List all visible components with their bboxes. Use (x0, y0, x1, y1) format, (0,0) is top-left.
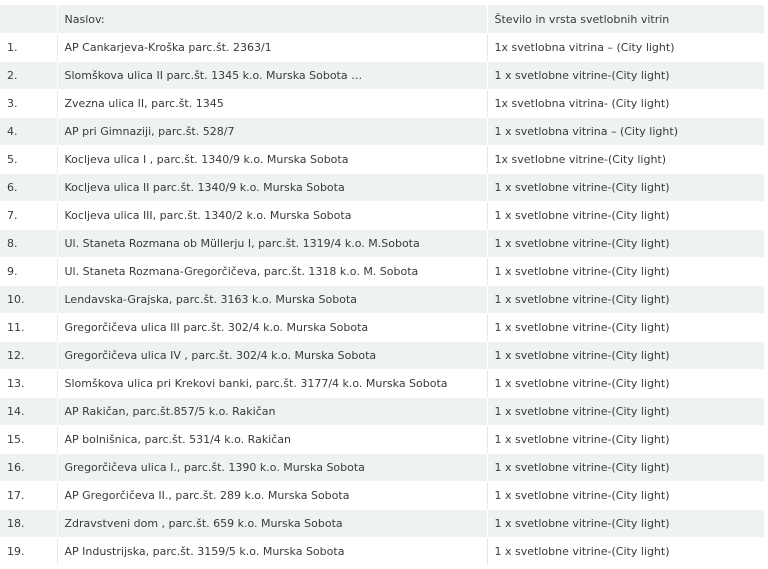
cell-address: Zvezna ulica II, parc.št. 1345 (57, 89, 488, 118)
header-showcase-count: Število in vrsta svetlobnih vitrin (487, 5, 764, 34)
cell-number: 9. (0, 257, 58, 286)
cell-showcase: 1 x svetlobne vitrine-(City light) (487, 537, 764, 566)
cell-number: 2. (0, 61, 58, 90)
cell-number: 19. (0, 537, 58, 566)
cell-address: AP Rakičan, parc.št.857/5 k.o. Rakičan (57, 397, 488, 426)
table-row: 10. Lendavska-Grajska, parc.št. 3163 k.o.… (0, 285, 764, 314)
table-row: 1. AP Cankarjeva-Kroška parc.št. 2363/1 1x… (0, 33, 764, 62)
cell-number: 10. (0, 285, 58, 314)
table-row: 19. AP Industrijska, parc.št. 3159/5 k.o.… (0, 537, 764, 566)
cell-number: 4. (0, 117, 58, 146)
header-address: Naslov: (57, 5, 488, 34)
cell-address: Gregorčičeva ulica IV , parc.št. 302/4 k… (57, 341, 488, 370)
cell-number: 3. (0, 89, 58, 118)
cell-showcase: 1 x svetlobne vitrine-(City light) (487, 453, 764, 482)
cell-address: Lendavska-Grajska, parc.št. 3163 k.o. Mu… (57, 285, 488, 314)
cell-showcase: 1 x svetlobne vitrine-(City light) (487, 509, 764, 538)
cell-showcase: 1 x svetlobne vitrine-(City light) (487, 425, 764, 454)
cell-address: Zdravstveni dom , parc.št. 659 k.o. Murs… (57, 509, 488, 538)
cell-showcase: 1 x svetlobne vitrine-(City light) (487, 201, 764, 230)
cell-address: Ul. Staneta Rozmana-Gregorčičeva, parc.š… (57, 257, 488, 286)
cell-number: 1. (0, 33, 58, 62)
table-row: 13. Slomškova ulica pri Krekovi banki, pa… (0, 369, 764, 398)
cell-address: Kocljeva ulica I , parc.št. 1340/9 k.o. … (57, 145, 488, 174)
cell-showcase: 1 x svetlobne vitrine-(City light) (487, 257, 764, 286)
cell-address: Ul. Staneta Rozmana ob Müllerju I, parc.… (57, 229, 488, 258)
cell-showcase: 1 x svetlobne vitrine-(City light) (487, 313, 764, 342)
cell-address: Kocljeva ulica III, parc.št. 1340/2 k.o.… (57, 201, 488, 230)
cell-showcase: 1 x svetlobne vitrine-(City light) (487, 481, 764, 510)
cell-showcase: 1x svetlobne vitrine-(City light) (487, 145, 764, 174)
cell-address: AP Gregorčičeva II., parc.št. 289 k.o. M… (57, 481, 488, 510)
cell-number: 8. (0, 229, 58, 258)
table-body: 1. AP Cankarjeva-Kroška parc.št. 2363/1 1x… (0, 33, 764, 566)
cell-address: AP Cankarjeva-Kroška parc.št. 2363/1 (57, 33, 488, 62)
cell-number: 15. (0, 425, 58, 454)
table-row: 11. Gregorčičeva ulica III parc.št. 302/4… (0, 313, 764, 342)
cell-number: 17. (0, 481, 58, 510)
cell-showcase: 1 x svetlobne vitrine-(City light) (487, 229, 764, 258)
cell-showcase: 1 x svetlobne vitrine-(City light) (487, 61, 764, 90)
cell-address: Slomškova ulica II parc.št. 1345 k.o. Mu… (57, 61, 488, 90)
cell-address: Kocljeva ulica II parc.št. 1340/9 k.o. M… (57, 173, 488, 202)
cell-showcase: 1 x svetlobne vitrine-(City light) (487, 173, 764, 202)
cell-address: Slomškova ulica pri Krekovi banki, parc.… (57, 369, 488, 398)
table-row: 17. AP Gregorčičeva II., parc.št. 289 k.o… (0, 481, 764, 510)
cell-number: 14. (0, 397, 58, 426)
locations-table: Naslov: Število in vrsta svetlobnih vitr… (0, 5, 764, 566)
cell-number: 7. (0, 201, 58, 230)
table-row: 7. Kocljeva ulica III, parc.št. 1340/2 k.… (0, 201, 764, 230)
table-row: 16. Gregorčičeva ulica I., parc.št. 1390 … (0, 453, 764, 482)
header-number (0, 5, 58, 34)
table-row: 18. Zdravstveni dom , parc.št. 659 k.o. M… (0, 509, 764, 538)
cell-number: 11. (0, 313, 58, 342)
table-row: 5. Kocljeva ulica I , parc.št. 1340/9 k.o… (0, 145, 764, 174)
cell-showcase: 1 x svetlobne vitrine-(City light) (487, 341, 764, 370)
table-row: 8. Ul. Staneta Rozmana ob Müllerju I, par… (0, 229, 764, 258)
table-row: 2. Slomškova ulica II parc.št. 1345 k.o. … (0, 61, 764, 90)
cell-showcase: 1 x svetlobne vitrine-(City light) (487, 285, 764, 314)
cell-showcase: 1x svetlobna vitrina – (City light) (487, 33, 764, 62)
table-row: 14. AP Rakičan, parc.št.857/5 k.o. Rakiča… (0, 397, 764, 426)
table-row: 3. Zvezna ulica II, parc.št. 1345 1x svetl… (0, 89, 764, 118)
locations-table-container: Naslov: Število in vrsta svetlobnih vitr… (0, 5, 764, 566)
cell-number: 18. (0, 509, 58, 538)
cell-showcase: 1 x svetlobne vitrine-(City light) (487, 397, 764, 426)
table-row: 15. AP bolnišnica, parc.št. 531/4 k.o. Ra… (0, 425, 764, 454)
cell-address: AP bolnišnica, parc.št. 531/4 k.o. Rakič… (57, 425, 488, 454)
cell-number: 5. (0, 145, 58, 174)
cell-number: 13. (0, 369, 58, 398)
table-row: 4. AP pri Gimnaziji, parc.št. 528/7 1 x sv… (0, 117, 764, 146)
cell-showcase: 1x svetlobna vitrina- (City light) (487, 89, 764, 118)
table-row: 9. Ul. Staneta Rozmana-Gregorčičeva, parc… (0, 257, 764, 286)
cell-number: 6. (0, 173, 58, 202)
cell-address: Gregorčičeva ulica III parc.št. 302/4 k.… (57, 313, 488, 342)
cell-address: AP Industrijska, parc.št. 3159/5 k.o. Mu… (57, 537, 488, 566)
table-row: 12. Gregorčičeva ulica IV , parc.št. 302/… (0, 341, 764, 370)
cell-number: 12. (0, 341, 58, 370)
cell-address: AP pri Gimnaziji, parc.št. 528/7 (57, 117, 488, 146)
table-header-row: Naslov: Število in vrsta svetlobnih vitr… (0, 5, 764, 34)
table-row: 6. Kocljeva ulica II parc.št. 1340/9 k.o.… (0, 173, 764, 202)
cell-showcase: 1 x svetlobne vitrine-(City light) (487, 369, 764, 398)
cell-address: Gregorčičeva ulica I., parc.št. 1390 k.o… (57, 453, 488, 482)
cell-showcase: 1 x svetlobna vitrina – (City light) (487, 117, 764, 146)
cell-number: 16. (0, 453, 58, 482)
